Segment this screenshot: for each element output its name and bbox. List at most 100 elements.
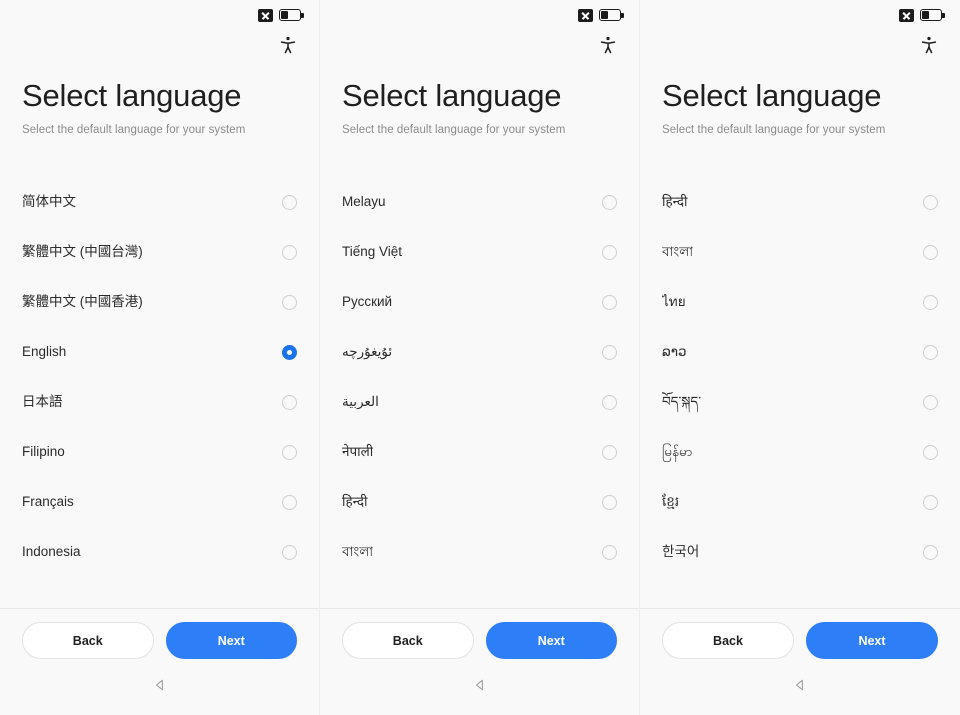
next-button[interactable]: Next [485,622,617,659]
language-option-row[interactable]: Tiếng Việt [342,228,617,278]
battery-icon [279,9,304,21]
footer-actions: Back Next [0,608,319,659]
language-radio-button[interactable] [282,545,297,561]
language-option-label: 繁體中文 (中國香港) [22,294,143,310]
language-option-row[interactable]: العربية [342,378,617,428]
footer-actions: Back Next [640,608,960,659]
language-radio-button[interactable] [282,495,297,511]
language-option-label: বাংলা [662,244,694,260]
phone-screen: Select language Select the default langua… [320,0,640,715]
language-option-row[interactable]: हिन्दी [662,178,938,228]
language-option-label: English [22,344,67,360]
language-radio-button[interactable] [602,495,617,511]
sim-card-disabled-icon [578,8,593,22]
page-title: Select language [22,78,242,113]
next-button[interactable]: Next [165,622,297,659]
language-radio-button[interactable] [602,545,617,561]
language-radio-button[interactable] [282,395,297,411]
battery-fill [601,11,608,19]
language-radio-button[interactable] [282,445,297,461]
language-option-row[interactable]: 繁體中文 (中國香港) [22,278,297,328]
language-option-label: हिन्दी [662,194,688,210]
language-option-label: नेपाली [342,444,374,460]
language-list[interactable]: हिन्दी বাংলা ไทย ລາວ བོད་སྐད་ မြန်မာ ខ្មែរ 한국어 [640,178,960,608]
system-navigation-bar [0,659,319,715]
language-radio-button[interactable] [602,295,617,311]
language-radio-button[interactable] [923,495,938,511]
language-radio-button[interactable] [602,245,617,261]
page-header: Select language Select the default langua… [320,64,639,136]
accessibility-icon[interactable] [599,34,617,61]
language-option-row[interactable]: Français [22,478,297,528]
sim-card-disabled-icon [258,8,273,22]
language-radio-button[interactable] [923,345,938,361]
language-option-row[interactable]: বাংলা [662,228,938,278]
language-radio-button[interactable] [282,195,297,211]
language-radio-button[interactable] [923,245,938,261]
language-list[interactable]: 简体中文繁體中文 (中國台灣) 繁體中文 (中國香港) English 日本語 Fili… [0,178,319,608]
page-subtitle: Select the default language for your sys… [342,123,566,136]
language-option-row[interactable]: 繁體中文 (中國台灣) [22,228,297,278]
nav-back-triangle-icon[interactable] [793,678,807,697]
battery-fill [281,11,288,19]
language-option-row[interactable]: 日本語 [22,378,297,428]
language-list[interactable]: Melayu Tiếng Việt Русский ئۇيغۇرچە العربية ने… [320,178,639,608]
accessibility-shortcut[interactable] [320,30,639,64]
page-subtitle: Select the default language for your sys… [22,123,246,136]
language-option-row[interactable]: ไทย [662,278,938,328]
language-option-row[interactable]: Indonesia [22,528,297,578]
language-option-row[interactable]: বাংলা [342,528,617,578]
language-radio-button[interactable] [923,295,938,311]
accessibility-shortcut[interactable] [0,30,319,64]
accessibility-shortcut[interactable] [640,30,960,64]
back-button[interactable]: Back [22,622,154,659]
language-option-label: မြန်မာ [662,444,693,460]
language-option-row[interactable]: ខ្មែរ [662,478,938,528]
language-option-row[interactable]: ئۇيغۇرچە [342,328,617,378]
nav-back-triangle-icon[interactable] [473,678,487,697]
language-radio-button[interactable] [923,445,938,461]
page-subtitle: Select the default language for your sys… [662,123,886,136]
phone-screen: Select language Select the default langua… [0,0,320,715]
language-option-label: Melayu [342,194,386,210]
language-option-row[interactable]: English [22,328,297,378]
language-option-row[interactable]: नेपाली [342,428,617,478]
status-bar [0,0,319,30]
language-option-row[interactable]: Melayu [342,178,617,228]
system-navigation-bar [640,659,960,715]
language-option-label: Français [22,494,74,510]
language-option-row[interactable]: 한국어 [662,528,938,578]
language-radio-button[interactable] [923,195,938,211]
language-radio-button[interactable] [282,245,297,261]
language-option-row[interactable]: བོད་སྐད་ [662,378,938,428]
sim-card-disabled-icon [899,8,914,22]
back-button[interactable]: Back [342,622,474,659]
accessibility-icon[interactable] [920,34,938,61]
language-radio-button[interactable] [602,445,617,461]
language-radio-button[interactable] [602,395,617,411]
back-button[interactable]: Back [662,622,794,659]
language-option-label: العربية [342,394,379,410]
language-option-row[interactable]: Русский [342,278,617,328]
language-option-label: 简体中文 [22,194,76,210]
next-button[interactable]: Next [806,622,938,659]
language-option-label: 繁體中文 (中國台灣) [22,244,143,260]
language-radio-button[interactable] [602,195,617,211]
page-header: Select language Select the default langua… [0,64,319,136]
language-option-label: বাংলা [342,544,374,560]
language-radio-button[interactable] [602,345,617,361]
language-radio-button[interactable] [923,395,938,411]
language-option-row[interactable]: မြန်မာ [662,428,938,478]
battery-icon [920,9,945,21]
language-option-row[interactable]: हिन्दी [342,478,617,528]
language-option-row[interactable]: 简体中文 [22,178,297,228]
language-radio-button[interactable] [282,295,297,311]
language-option-row[interactable]: Filipino [22,428,297,478]
language-radio-button[interactable] [923,545,938,561]
language-option-row[interactable]: ລາວ [662,328,938,378]
footer-actions: Back Next [320,608,639,659]
status-bar [640,0,960,30]
nav-back-triangle-icon[interactable] [153,678,167,697]
accessibility-icon[interactable] [279,34,297,61]
language-radio-button[interactable] [282,345,297,361]
